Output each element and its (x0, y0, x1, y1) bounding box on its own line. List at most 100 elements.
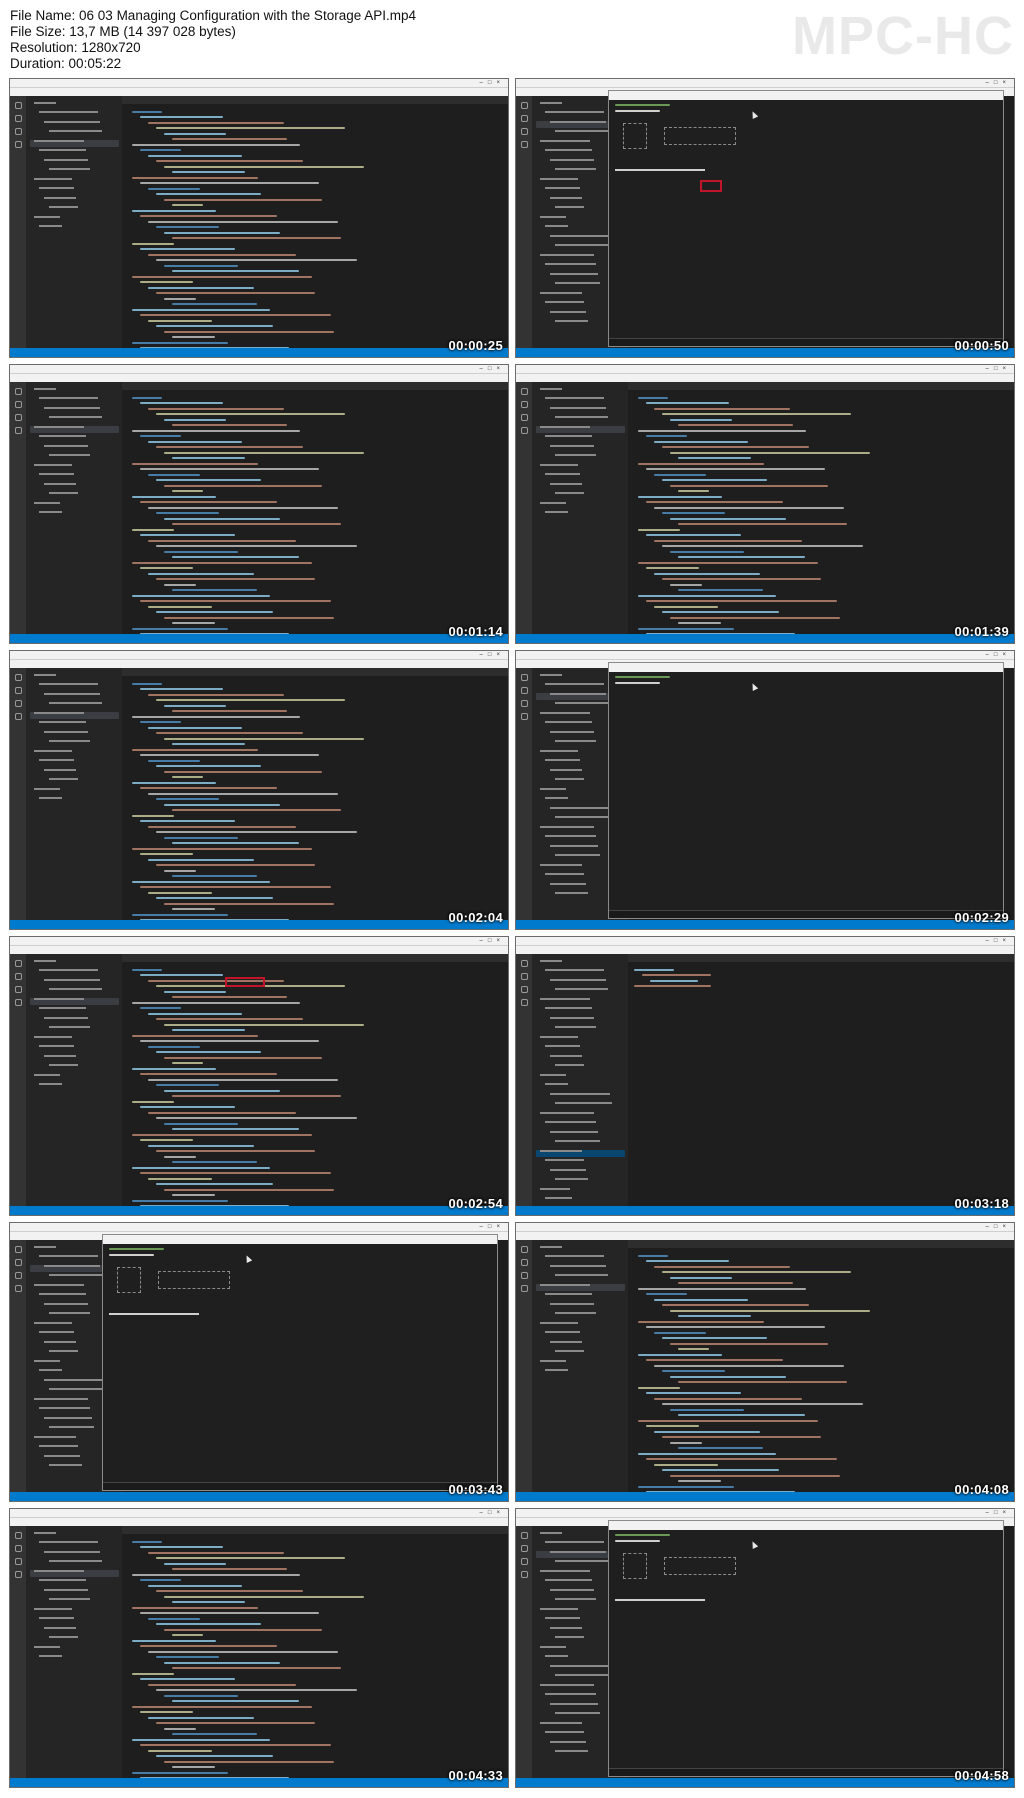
thumbnail-grid: –□× 00:00:25 –□× 00:00:50 –□× 00:01:14 –□× 0… (9, 78, 1015, 1790)
window-controls-icon: –□× (479, 652, 505, 658)
window-titlebar: –□× (516, 651, 1014, 660)
explorer-item (536, 1130, 625, 1138)
terminal-window (608, 662, 1004, 919)
thumbnail-01[interactable]: –□× 00:00:25 (9, 78, 509, 358)
thumbnail-08[interactable]: –□× 00:03:18 (515, 936, 1015, 1216)
explorer-item (30, 206, 119, 213)
explorer-item (536, 997, 625, 1005)
activity-icon (520, 1272, 528, 1279)
explorer-item (30, 1645, 119, 1653)
activity-icon (520, 388, 528, 395)
editor-tab (628, 382, 1014, 390)
explorer-item (30, 454, 119, 461)
activity-icon (14, 401, 22, 408)
explorer-item (30, 711, 119, 719)
explorer-item (30, 1550, 119, 1558)
editor-tab (122, 1526, 508, 1534)
terminal-titlebar (609, 91, 1003, 100)
yeoman-ascii-art (623, 1553, 647, 1579)
thumbnail-09[interactable]: –□× 00:03:43 (9, 1222, 509, 1502)
explorer-item (30, 1007, 119, 1014)
activity-icon (14, 999, 22, 1006)
activity-bar (10, 1526, 26, 1778)
activity-icon (520, 115, 528, 122)
explorer-item (536, 1274, 625, 1281)
thumbnail-06[interactable]: –□× 00:02:29 (515, 650, 1015, 930)
timestamp: 00:02:29 (954, 910, 1009, 925)
activity-icon (14, 1571, 22, 1578)
timestamp: 00:00:50 (954, 338, 1009, 353)
explorer-item (30, 158, 119, 166)
explorer-item (30, 501, 119, 509)
explorer-item (30, 1531, 119, 1539)
activity-icon (520, 700, 528, 707)
menu-bar (10, 1518, 508, 1526)
explorer-item (536, 1073, 625, 1081)
status-bar (516, 634, 1014, 643)
window-titlebar: –□× (10, 651, 508, 660)
window-titlebar: –□× (10, 1509, 508, 1518)
thumbnail-07[interactable]: –□× 00:02:54 (9, 936, 509, 1216)
timestamp: 00:01:14 (448, 624, 503, 639)
activity-icon (520, 1285, 528, 1292)
terminal-line (615, 682, 660, 684)
file-explorer (26, 96, 122, 348)
explorer-item (536, 473, 625, 480)
file-name-line: File Name: 06 03 Managing Configuration … (10, 8, 416, 23)
explorer-item (536, 1064, 625, 1071)
activity-icon (520, 427, 528, 434)
highlight-box (225, 977, 265, 987)
explorer-item (30, 1607, 119, 1615)
explorer-item (30, 1541, 119, 1548)
terminal-window (608, 1520, 1004, 1777)
explorer-item (536, 1350, 625, 1357)
explorer-item (30, 1655, 119, 1662)
thumbnail-03[interactable]: –□× 00:01:14 (9, 364, 509, 644)
activity-icon (14, 674, 22, 681)
thumbnail-12[interactable]: –□× 00:04:58 (515, 1508, 1015, 1788)
file-explorer (532, 382, 628, 634)
activity-icon (520, 1259, 528, 1266)
timestamp: 00:03:18 (954, 1196, 1009, 1211)
explorer-item (536, 1159, 625, 1166)
explorer-item (30, 463, 119, 471)
editor-tab (122, 668, 508, 676)
code-lines (628, 1248, 1014, 1492)
window-titlebar: –□× (10, 365, 508, 374)
explorer-item (536, 435, 625, 442)
explorer-item (30, 387, 119, 395)
status-bar (10, 634, 508, 643)
menu-bar (10, 374, 508, 382)
explorer-item (30, 511, 119, 518)
code-editor (628, 382, 1014, 634)
thumbnail-02[interactable]: –□× 00:00:50 (515, 78, 1015, 358)
activity-icon (520, 1558, 528, 1565)
explorer-item (30, 969, 119, 976)
explorer-item (536, 1340, 625, 1348)
taskbar (103, 1482, 497, 1490)
thumbnail-04[interactable]: –□× 00:01:39 (515, 364, 1015, 644)
thumbnail-10[interactable]: –□× 00:04:08 (515, 1222, 1015, 1502)
terminal-titlebar (103, 1235, 497, 1244)
activity-bar (10, 96, 26, 348)
editor-tab (122, 954, 508, 962)
explorer-item (536, 1035, 625, 1043)
explorer-item (30, 111, 119, 118)
explorer-item (30, 187, 119, 194)
activity-icon (14, 1558, 22, 1565)
explorer-item (30, 1579, 119, 1586)
activity-bar (10, 1240, 26, 1492)
thumbnail-11[interactable]: –□× 00:04:33 (9, 1508, 509, 1788)
activity-icon (14, 713, 22, 720)
window-controls-icon: –□× (479, 1510, 505, 1516)
activity-icon (520, 1545, 528, 1552)
thumbnail-05[interactable]: –□× 00:02:04 (9, 650, 509, 930)
file-size-line: File Size: 13,7 MB (14 397 028 bytes) (10, 24, 236, 39)
status-bar (516, 1206, 1014, 1215)
window-controls-icon: –□× (479, 1224, 505, 1230)
explorer-item (536, 988, 625, 995)
explorer-item (536, 1245, 625, 1253)
code-editor (122, 1526, 508, 1778)
terminal-line (109, 1248, 164, 1250)
terminal-line (615, 110, 660, 112)
